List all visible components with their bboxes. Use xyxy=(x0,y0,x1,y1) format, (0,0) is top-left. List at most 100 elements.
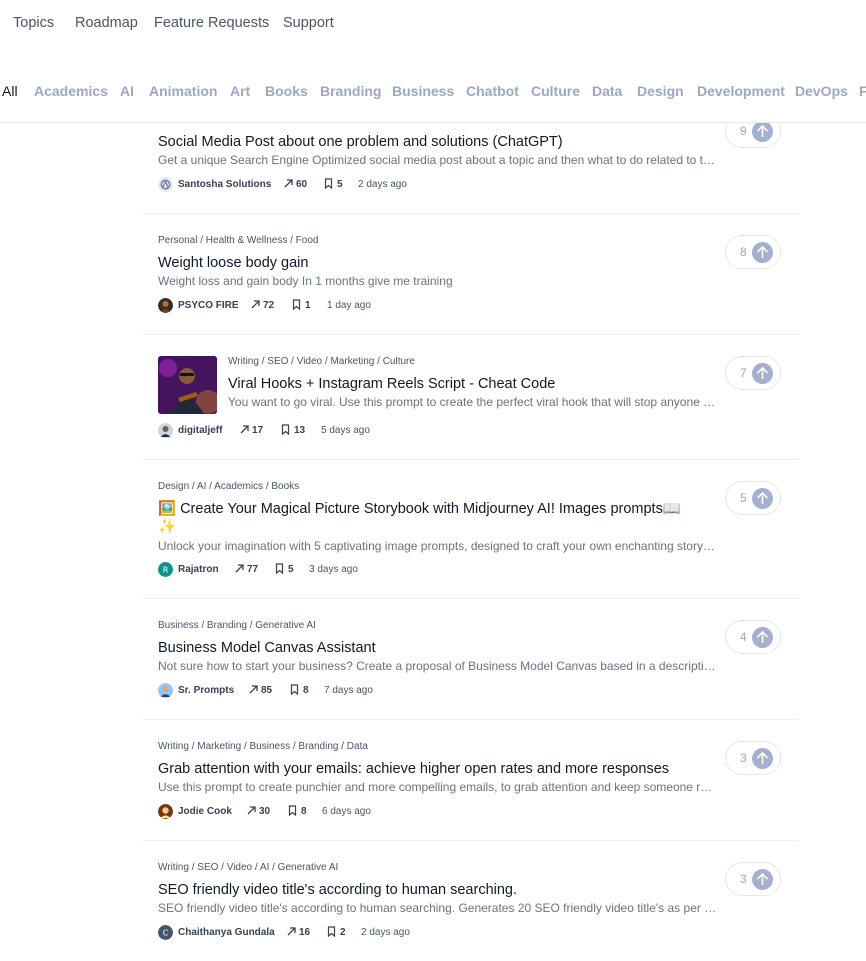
prompt-title[interactable]: Social Media Post about one problem and … xyxy=(158,133,563,151)
author-name[interactable]: Santosha Solutions xyxy=(178,179,271,190)
category-devops[interactable]: DevOps xyxy=(795,83,848,99)
upvote-count: 4 xyxy=(740,630,747,644)
category-design[interactable]: Design xyxy=(637,83,684,99)
prompt-categories: Writing / SEO / Video / Marketing / Cult… xyxy=(228,356,415,367)
saves-count: 2 xyxy=(340,927,346,938)
category-data[interactable]: Data xyxy=(592,83,622,99)
category-development[interactable]: Development xyxy=(697,83,785,99)
avatar[interactable] xyxy=(158,804,173,819)
svg-text:R: R xyxy=(163,566,169,575)
category-academics[interactable]: Academics xyxy=(34,83,108,99)
prompt-thumbnail[interactable] xyxy=(158,356,217,414)
avatar[interactable] xyxy=(158,423,173,438)
views-arrow-icon xyxy=(287,927,296,936)
upvote-button[interactable]: 8 xyxy=(725,235,781,269)
avatar[interactable] xyxy=(158,298,173,313)
bookmark-icon xyxy=(324,178,333,189)
upvote-arrow-icon xyxy=(752,242,773,263)
upvote-count: 7 xyxy=(740,366,747,380)
upvote-arrow-icon xyxy=(752,627,773,648)
category-all[interactable]: All xyxy=(2,83,18,99)
nav-feature-requests[interactable]: Feature Requests xyxy=(154,15,269,31)
post-time: 7 days ago xyxy=(324,685,373,696)
svg-text:C: C xyxy=(163,929,169,938)
prompt-categories: Writing / Marketing / Business / Brandin… xyxy=(158,741,368,752)
nav-roadmap[interactable]: Roadmap xyxy=(75,15,138,31)
prompt-description: Weight loss and gain body In 1 months gi… xyxy=(158,274,453,288)
views-count: 16 xyxy=(299,927,311,938)
prompt-description: Not sure how to start your business? Cre… xyxy=(158,659,718,673)
views-count: 77 xyxy=(247,564,259,575)
prompt-description: SEO friendly video title's according to … xyxy=(158,901,718,915)
views-arrow-icon xyxy=(251,300,260,309)
author-name[interactable]: Rajatron xyxy=(178,564,219,575)
prompt-title-continuation[interactable]: ✨ xyxy=(158,518,176,536)
prompt-categories: Personal / Health & Wellness / Food xyxy=(158,235,319,246)
prompt-title[interactable]: Business Model Canvas Assistant xyxy=(158,639,376,657)
prompt-description: You want to go viral. Use this prompt to… xyxy=(228,395,718,409)
category-filter-bar: All Academics AI Animation Art Books Bra… xyxy=(0,70,866,123)
views-count: 30 xyxy=(259,806,271,817)
upvote-arrow-icon xyxy=(752,121,773,142)
upvote-count: 9 xyxy=(740,124,747,138)
post-time: 5 days ago xyxy=(321,425,370,436)
bookmark-icon xyxy=(327,926,336,937)
saves-count: 8 xyxy=(301,806,307,817)
top-navigation: Topics Roadmap Feature Requests Support xyxy=(0,0,866,46)
prompt-title[interactable]: 🖼️ Create Your Magical Picture Storybook… xyxy=(158,500,681,518)
prompt-title[interactable]: Viral Hooks + Instagram Reels Script - C… xyxy=(228,375,555,393)
upvote-button[interactable]: 5 xyxy=(725,481,781,515)
upvote-arrow-icon xyxy=(752,869,773,890)
post-time: 2 days ago xyxy=(361,927,410,938)
prompt-description: Use this prompt to create punchier and m… xyxy=(158,780,718,794)
avatar[interactable]: C xyxy=(158,925,173,940)
avatar[interactable] xyxy=(158,177,173,192)
category-art[interactable]: Art xyxy=(230,83,250,99)
upvote-button[interactable]: 4 xyxy=(725,620,781,654)
nav-topics[interactable]: Topics xyxy=(13,15,54,31)
upvote-count: 8 xyxy=(740,245,747,259)
author-name[interactable]: Jodie Cook xyxy=(178,806,232,817)
bookmark-icon xyxy=(281,424,290,435)
saves-count: 8 xyxy=(303,685,309,696)
category-chatbot[interactable]: Chatbot xyxy=(466,83,519,99)
nav-support[interactable]: Support xyxy=(283,15,334,31)
prompt-title[interactable]: Weight loose body gain xyxy=(158,254,308,272)
views-arrow-icon xyxy=(284,179,293,188)
prompt-card: Design / AI / Academics / Books 🖼️ Creat… xyxy=(143,459,799,599)
post-time: 3 days ago xyxy=(309,564,358,575)
prompt-categories: Business / Branding / Generative AI xyxy=(158,620,316,631)
avatar[interactable] xyxy=(158,683,173,698)
upvote-count: 3 xyxy=(740,751,747,765)
views-arrow-icon xyxy=(240,425,249,434)
upvote-button[interactable]: 3 xyxy=(725,741,781,775)
category-culture[interactable]: Culture xyxy=(531,83,580,99)
category-more[interactable]: F xyxy=(859,83,866,99)
prompt-card: Business / Branding / Generative AI Busi… xyxy=(143,598,799,720)
upvote-button[interactable]: 7 xyxy=(725,356,781,390)
saves-count: 5 xyxy=(288,564,294,575)
prompt-card: Writing / Marketing / Business / Brandin… xyxy=(143,719,799,841)
prompt-description: Get a unique Search Engine Optimized soc… xyxy=(158,153,718,167)
views-count: 85 xyxy=(261,685,273,696)
prompt-card: Writing / SEO / Video / AI / Generative … xyxy=(143,840,799,961)
prompt-title[interactable]: SEO friendly video title's according to … xyxy=(158,881,517,899)
author-name[interactable]: Chaithanya Gundala xyxy=(178,927,275,938)
author-name[interactable]: PSYCO FIRE xyxy=(178,300,239,311)
author-name[interactable]: Sr. Prompts xyxy=(178,685,234,696)
avatar[interactable]: R xyxy=(158,562,173,577)
prompt-title[interactable]: Grab attention with your emails: achieve… xyxy=(158,760,669,778)
category-branding[interactable]: Branding xyxy=(320,83,381,99)
category-books[interactable]: Books xyxy=(265,83,308,99)
upvote-count: 5 xyxy=(740,491,747,505)
category-ai[interactable]: AI xyxy=(120,83,134,99)
upvote-button[interactable]: 3 xyxy=(725,862,781,896)
category-animation[interactable]: Animation xyxy=(149,83,217,99)
saves-count: 1 xyxy=(305,300,311,311)
author-name[interactable]: digitaljeff xyxy=(178,425,222,436)
views-arrow-icon xyxy=(249,685,258,694)
post-time: 2 days ago xyxy=(358,179,407,190)
prompt-card: Personal / Health & Wellness / Food Weig… xyxy=(143,213,799,335)
post-time: 1 day ago xyxy=(327,300,371,311)
category-business[interactable]: Business xyxy=(392,83,454,99)
